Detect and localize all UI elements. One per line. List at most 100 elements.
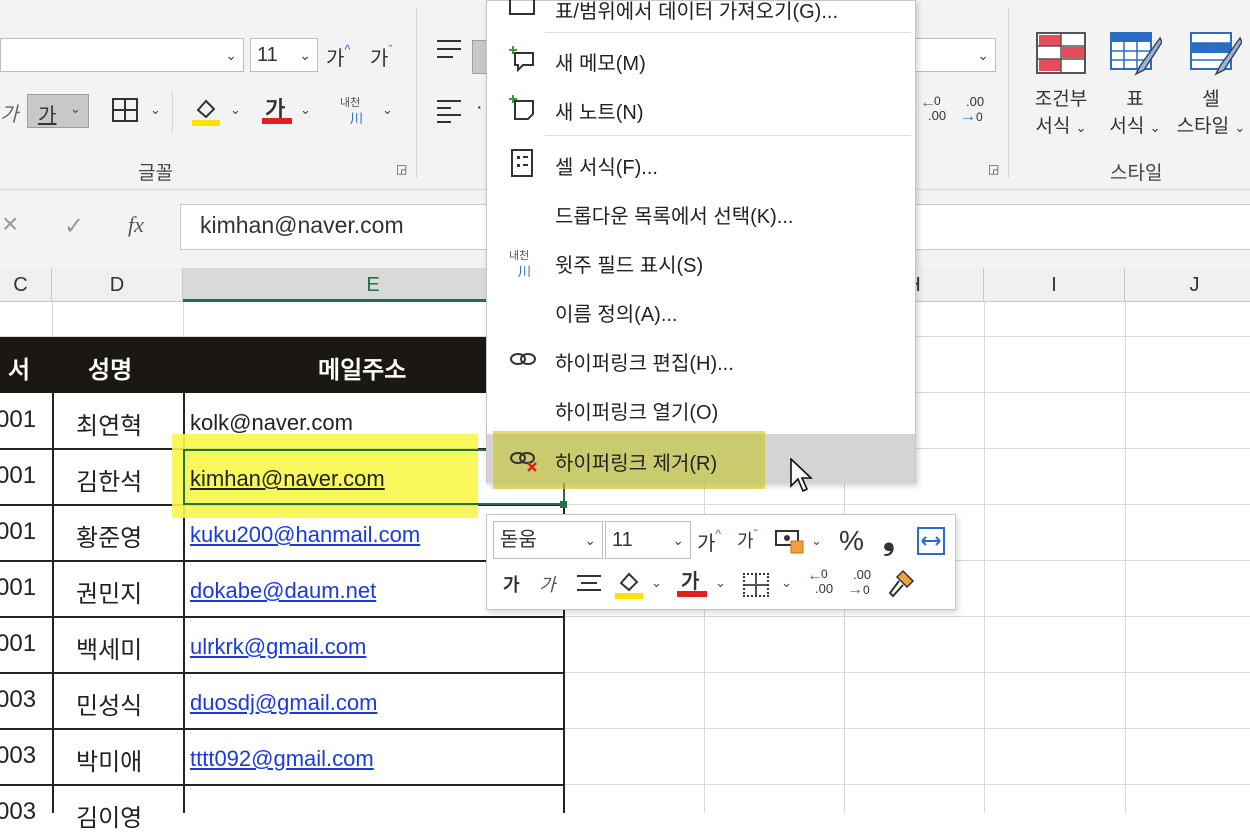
underline-button[interactable]: 가 ⌄ bbox=[27, 94, 89, 128]
align-left-icon[interactable] bbox=[437, 98, 461, 123]
chevron-down-icon[interactable]: ⌄ bbox=[781, 575, 792, 591]
cell-style-icon bbox=[1190, 30, 1243, 78]
mini-grow-font-button[interactable]: 가^ bbox=[697, 527, 721, 556]
mini-bold-button[interactable]: 가 bbox=[503, 571, 520, 597]
fill-handle[interactable] bbox=[560, 501, 567, 508]
menu-item-edit-hyperlink[interactable]: 하이퍼링크 편집(H)... bbox=[487, 335, 915, 383]
column-header-c[interactable]: C bbox=[0, 268, 52, 302]
top-align-icon[interactable] bbox=[437, 38, 461, 60]
chevron-down-icon: ⌄ bbox=[299, 47, 311, 63]
increase-decimal-icon[interactable]: ← 0 .00 bbox=[920, 94, 952, 128]
enter-icon[interactable]: ✓ bbox=[64, 212, 84, 241]
chevron-down-icon[interactable]: ⌄ bbox=[150, 102, 161, 118]
number-format-combo[interactable]: ⌄ bbox=[914, 38, 996, 72]
decrease-decimal-icon[interactable]: .00 → 0 bbox=[960, 94, 992, 128]
format-painter-icon[interactable] bbox=[887, 569, 915, 599]
mini-toolbar: 돋움 ⌄ 11 ⌄ 가^ 가ˇ ⌄ % ❟ 가 가 ⌄ 가 ⌄ ⌄ ← 0 .0… bbox=[486, 514, 956, 610]
dialog-launcher-icon[interactable]: ◲ bbox=[988, 162, 999, 176]
mini-font-size-combo[interactable]: 11 ⌄ bbox=[605, 521, 691, 559]
comma-style-button[interactable]: ❟ bbox=[883, 523, 895, 557]
menu-item-remove-hyperlink[interactable]: 하이퍼링크 제거(R) bbox=[487, 431, 915, 489]
mini-borders-icon[interactable] bbox=[743, 573, 769, 597]
cancel-icon[interactable]: × bbox=[2, 208, 18, 240]
menu-item-open-hyperlink[interactable]: 하이퍼링크 열기(O) bbox=[487, 384, 915, 432]
conditional-format-icon bbox=[1036, 32, 1086, 74]
menu-item-new-comment[interactable]: 새 메모(M) bbox=[487, 35, 915, 83]
chevron-down-icon[interactable]: ⌄ bbox=[382, 102, 393, 118]
column-header-i[interactable]: I bbox=[984, 268, 1125, 302]
italic-icon[interactable]: 가 bbox=[0, 98, 18, 127]
mini-italic-button[interactable]: 가 bbox=[539, 571, 556, 597]
table-cell-email-link[interactable]: ulrkrk@gmail.com bbox=[190, 634, 366, 660]
table-cell-email-link[interactable]: tttt092@gmail.com bbox=[190, 746, 374, 772]
table-cell-email-link[interactable]: kimhan@naver.com bbox=[190, 466, 385, 492]
font-size-combo[interactable]: 11 ⌄ bbox=[250, 38, 318, 72]
accounting-format-icon[interactable] bbox=[775, 529, 805, 555]
column-header-j[interactable]: J bbox=[1125, 268, 1250, 302]
chevron-down-icon[interactable]: ⌄ bbox=[715, 575, 726, 591]
table-cell-code: 003 bbox=[0, 798, 37, 825]
menu-item-format-cells[interactable]: 셀 서식(F)... bbox=[487, 139, 915, 187]
phonetic-icon[interactable]: 내천 川 bbox=[340, 94, 374, 128]
percent-style-button[interactable]: % bbox=[839, 525, 864, 557]
table-cell-code: 001 bbox=[0, 630, 37, 657]
wrap-text-icon[interactable] bbox=[917, 527, 945, 555]
mini-increase-decimal-icon[interactable]: ← 0 .00 bbox=[807, 567, 839, 601]
table-cell-code: 001 bbox=[0, 518, 37, 545]
menu-item-define-name[interactable]: 이름 정의(A)... bbox=[487, 286, 915, 334]
table-cell-email[interactable]: kolk@naver.com bbox=[190, 410, 353, 436]
table-header-row bbox=[0, 337, 564, 393]
mouse-cursor-icon bbox=[790, 457, 814, 494]
chevron-down-icon[interactable]: ⌄ bbox=[811, 533, 822, 549]
mini-center-align-icon[interactable] bbox=[577, 573, 601, 595]
shrink-font-button[interactable]: 가ˇ bbox=[370, 42, 393, 71]
column-header-d[interactable]: D bbox=[52, 268, 183, 302]
borders-icon[interactable] bbox=[112, 98, 138, 122]
chevron-down-icon: ⌄ bbox=[584, 532, 596, 548]
mini-shrink-font-button[interactable]: 가ˇ bbox=[737, 527, 758, 553]
mini-font-color-icon[interactable]: 가 bbox=[677, 565, 707, 599]
context-menu: 표/범위에서 데이터 가져오기(G)... 새 메모(M) 새 노트(N) 셀 … bbox=[486, 0, 916, 489]
link-icon bbox=[509, 345, 537, 373]
grow-font-button[interactable]: 가^ bbox=[326, 42, 351, 71]
table-cell-code: 001 bbox=[0, 462, 37, 489]
new-comment-icon bbox=[509, 45, 537, 73]
table-cell-email-link[interactable]: duosdj@gmail.com bbox=[190, 690, 377, 716]
cell-style-button[interactable]: 셀 스타일 ⌄ bbox=[1172, 86, 1250, 142]
table-cell-name: 민성식 bbox=[76, 693, 143, 720]
table-cell-email-link[interactable]: dokabe@daum.net bbox=[190, 578, 376, 604]
table-cell-code: 001 bbox=[0, 406, 37, 433]
format-cells-icon bbox=[509, 149, 537, 177]
insert-function-icon[interactable]: fx bbox=[128, 212, 144, 238]
chevron-down-icon[interactable]: ⌄ bbox=[651, 575, 662, 591]
chevron-down-icon: ⌄ bbox=[672, 532, 684, 548]
menu-item-get-data[interactable]: 표/범위에서 데이터 가져오기(G)... bbox=[487, 0, 915, 25]
table-cell-name: 권민지 bbox=[76, 581, 143, 608]
table-header-name: 성명 bbox=[88, 357, 133, 384]
menu-item-new-note[interactable]: 새 노트(N) bbox=[487, 84, 915, 132]
chevron-down-icon: ⌄ bbox=[225, 47, 237, 63]
new-note-icon bbox=[509, 94, 537, 122]
menu-item-pick-from-list[interactable]: 드롭다운 목록에서 선택(K)... bbox=[487, 188, 915, 236]
mini-fill-color-icon[interactable] bbox=[615, 569, 643, 599]
conditional-format-button[interactable]: 조건부 서식 ⌄ bbox=[1024, 86, 1098, 142]
format-table-button[interactable]: 표 서식 ⌄ bbox=[1100, 86, 1170, 142]
table-header-email: 메일주소 bbox=[318, 357, 407, 384]
dialog-launcher-icon[interactable]: ◲ bbox=[396, 162, 407, 176]
font-color-icon[interactable]: 가 bbox=[262, 92, 292, 126]
chevron-down-icon[interactable]: ⌄ bbox=[230, 102, 241, 118]
font-name-combo[interactable]: ⌄ bbox=[0, 38, 244, 72]
mini-font-name-combo[interactable]: 돋움 ⌄ bbox=[493, 521, 603, 559]
menu-item-show-phonetic[interactable]: 내천 川 윗주 필드 표시(S) bbox=[487, 237, 915, 285]
formula-value: kimhan@naver.com bbox=[200, 212, 404, 238]
chevron-down-icon: ⌄ bbox=[977, 47, 989, 63]
table-cell-email-link[interactable]: kuku200@hanmail.com bbox=[190, 522, 420, 548]
format-table-icon bbox=[1110, 30, 1163, 78]
chevron-down-icon[interactable]: ⌄ bbox=[300, 102, 311, 118]
mini-decrease-decimal-icon[interactable]: .00 → 0 bbox=[847, 567, 879, 601]
fill-color-icon[interactable] bbox=[192, 96, 220, 126]
table-cell-code: 001 bbox=[0, 574, 37, 601]
table-cell-name: 김한석 bbox=[76, 469, 143, 496]
phonetic-icon: 내천 川 bbox=[509, 250, 532, 279]
table-cell-name: 백세미 bbox=[76, 637, 143, 664]
